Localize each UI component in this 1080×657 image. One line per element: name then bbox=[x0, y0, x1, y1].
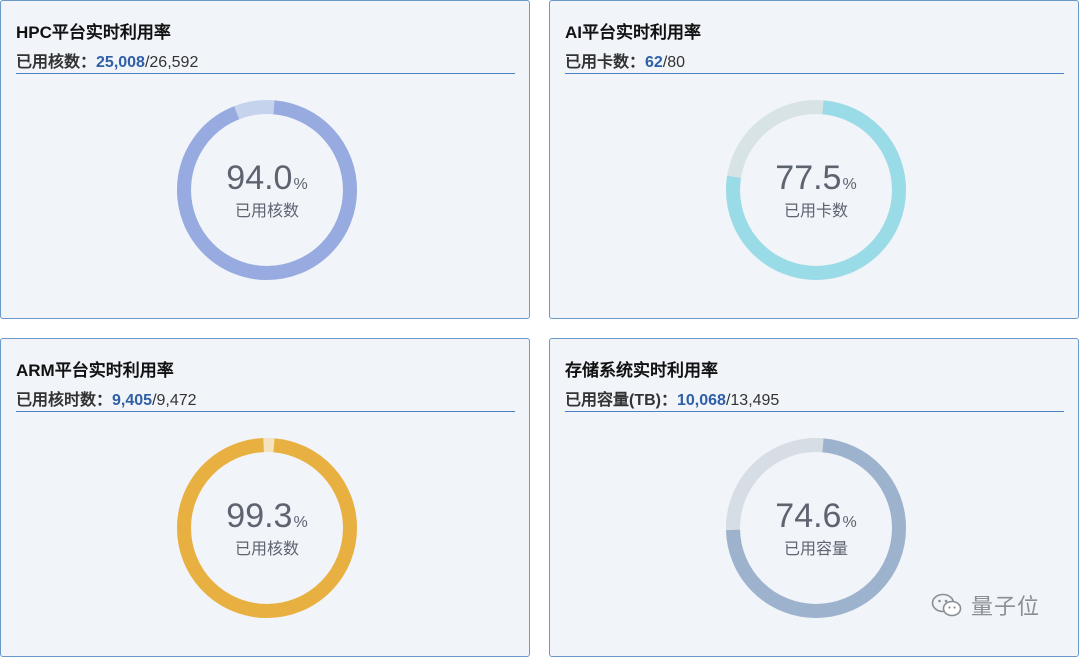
donut-center-label: 已用卡数 bbox=[783, 202, 848, 220]
panel-hpc: HPC平台实时利用率 已用核数：25,008/26,592 94.0 % 已用核… bbox=[0, 0, 530, 319]
usage-label: 已用核时数： bbox=[16, 392, 113, 409]
donut-center: 77.5 % 已用卡数 bbox=[722, 96, 910, 284]
usage-total-value: 13,495 bbox=[730, 392, 780, 409]
donut-center: 94.0 % 已用核数 bbox=[173, 96, 361, 284]
donut-center-label: 已用核数 bbox=[234, 202, 299, 220]
divider bbox=[16, 411, 515, 412]
divider bbox=[16, 73, 515, 74]
divider bbox=[565, 73, 1064, 74]
watermark: 量子位 bbox=[931, 589, 1040, 621]
percent-value: 74.6 bbox=[775, 496, 842, 535]
panel-usage-summary: 已用卡数：62/80 bbox=[565, 48, 685, 72]
percent-readout: 74.6 % bbox=[775, 498, 856, 534]
percent-value: 77.5 bbox=[775, 158, 842, 197]
panel-usage-summary: 已用核时数：9,405/9,472 bbox=[16, 386, 197, 410]
percent-unit: % bbox=[293, 175, 308, 193]
panel-usage-summary: 已用核数：25,008/26,592 bbox=[16, 48, 198, 72]
wechat-icon bbox=[931, 593, 962, 617]
usage-total-value: 80 bbox=[667, 54, 686, 71]
panel-usage-summary: 已用容量(TB)：10,068/13,495 bbox=[565, 386, 779, 410]
donut-center: 99.3 % 已用核数 bbox=[173, 434, 361, 622]
panel-arm: ARM平台实时利用率 已用核时数：9,405/9,472 99.3 % 已用核数 bbox=[0, 338, 530, 657]
usage-total-value: 9,472 bbox=[156, 392, 197, 409]
percent-unit: % bbox=[842, 175, 857, 193]
usage-label: 已用卡数： bbox=[565, 54, 646, 71]
donut-center: 74.6 % 已用容量 bbox=[722, 434, 910, 622]
percent-readout: 77.5 % bbox=[775, 160, 856, 196]
percent-unit: % bbox=[842, 513, 857, 531]
percent-unit: % bbox=[293, 513, 308, 531]
usage-used-value: 10,068 bbox=[677, 392, 726, 409]
watermark-text: 量子位 bbox=[970, 594, 1040, 619]
dashboard: HPC平台实时利用率 已用核数：25,008/26,592 94.0 % 已用核… bbox=[0, 0, 1080, 657]
panel-title: AI平台实时利用率 bbox=[565, 23, 701, 42]
percent-readout: 99.3 % bbox=[226, 498, 307, 534]
divider bbox=[565, 411, 1064, 412]
usage-label: 已用核数： bbox=[16, 54, 97, 71]
usage-used-value: 62 bbox=[645, 54, 663, 71]
panel-ai: AI平台实时利用率 已用卡数：62/80 77.5 % 已用卡数 bbox=[549, 0, 1079, 319]
panel-title: ARM平台实时利用率 bbox=[16, 361, 174, 380]
donut-center-label: 已用核数 bbox=[234, 540, 299, 558]
usage-used-value: 9,405 bbox=[112, 392, 153, 409]
panel-title: HPC平台实时利用率 bbox=[16, 23, 171, 42]
percent-readout: 94.0 % bbox=[226, 160, 307, 196]
percent-value: 94.0 bbox=[226, 158, 293, 197]
panel-title: 存储系统实时利用率 bbox=[565, 361, 718, 380]
percent-value: 99.3 bbox=[226, 496, 293, 535]
usage-label: 已用容量(TB)： bbox=[565, 392, 677, 409]
usage-used-value: 25,008 bbox=[96, 54, 145, 71]
donut-center-label: 已用容量 bbox=[783, 540, 848, 558]
usage-total-value: 26,592 bbox=[149, 54, 199, 71]
